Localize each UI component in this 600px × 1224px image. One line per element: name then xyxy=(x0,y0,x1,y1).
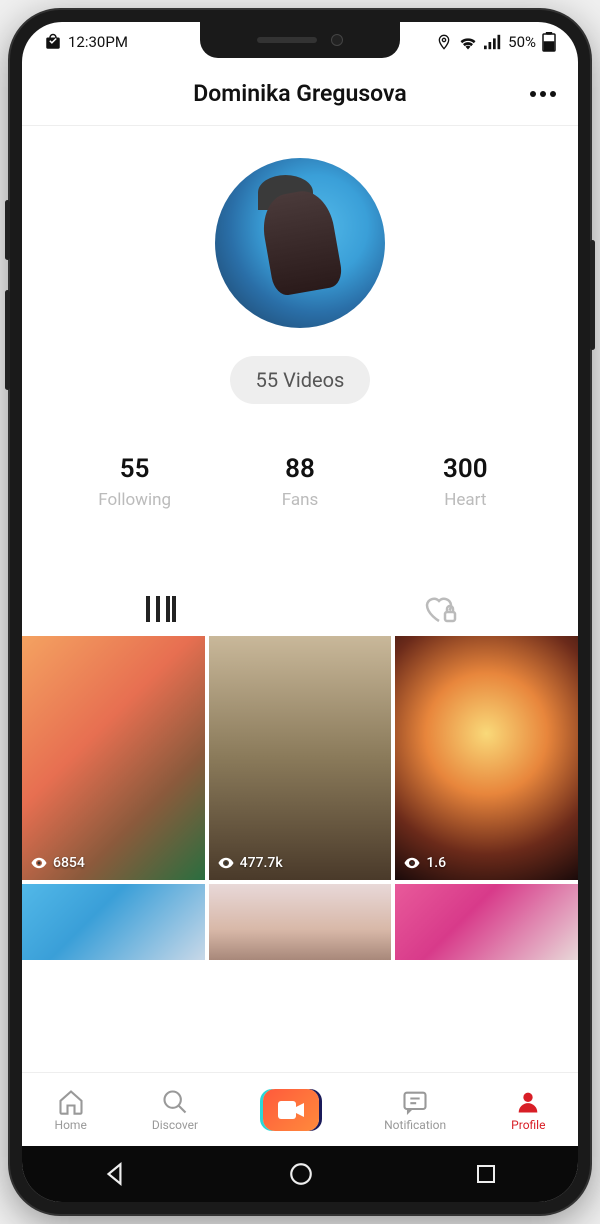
view-count: 6854 xyxy=(53,855,85,871)
wifi-icon xyxy=(458,34,478,50)
tab-grid[interactable] xyxy=(22,581,300,636)
video-grid: 6854 477.7k 1.6 xyxy=(22,636,578,960)
location-icon xyxy=(436,34,452,50)
page-title: Dominika Gregusova xyxy=(193,80,406,107)
phone-frame: 12:30PM 50% Dominika Gregusova 55 Videos xyxy=(10,10,590,1214)
front-camera xyxy=(331,34,343,46)
more-options-button[interactable] xyxy=(530,91,556,97)
stat-following[interactable]: 55 Following xyxy=(52,454,217,510)
home-icon xyxy=(57,1088,85,1116)
home-key-icon[interactable] xyxy=(288,1161,314,1187)
message-icon xyxy=(401,1088,429,1116)
thumb-image xyxy=(209,636,392,880)
content-tabs xyxy=(22,580,578,636)
stat-label: Following xyxy=(52,490,217,510)
stat-fans[interactable]: 88 Fans xyxy=(217,454,382,510)
spacer xyxy=(22,520,578,580)
screen: 12:30PM 50% Dominika Gregusova 55 Videos xyxy=(22,22,578,1202)
phone-volume-button xyxy=(5,200,10,260)
android-softkeys xyxy=(22,1146,578,1202)
phone-power-button xyxy=(590,240,595,350)
video-thumbnail[interactable]: 1.6 xyxy=(395,636,578,880)
tab-liked[interactable] xyxy=(300,581,578,636)
video-thumbnail[interactable] xyxy=(395,884,578,960)
stat-label: Heart xyxy=(383,490,548,510)
thumb-image xyxy=(395,636,578,880)
grid-bars-icon xyxy=(144,594,178,624)
record-button[interactable] xyxy=(263,1089,319,1131)
back-key-icon[interactable] xyxy=(102,1161,128,1187)
views-overlay: 477.7k xyxy=(217,854,283,872)
nav-home[interactable]: Home xyxy=(55,1088,87,1132)
profile-section: 55 Videos xyxy=(22,126,578,424)
eye-icon xyxy=(403,854,421,872)
signal-icon xyxy=(484,34,502,50)
stat-label: Fans xyxy=(217,490,382,510)
battery-percent: 50% xyxy=(508,33,536,51)
views-overlay: 6854 xyxy=(30,854,85,872)
stats-row: 55 Following 88 Fans 300 Heart xyxy=(22,424,578,520)
nav-label: Profile xyxy=(511,1118,545,1132)
views-overlay: 1.6 xyxy=(403,854,446,872)
shopping-badge-icon xyxy=(44,33,62,51)
view-count: 477.7k xyxy=(240,855,283,871)
video-count-badge[interactable]: 55 Videos xyxy=(230,356,371,404)
heart-lock-icon xyxy=(421,594,457,624)
eye-icon xyxy=(217,854,235,872)
recent-key-icon[interactable] xyxy=(474,1162,498,1186)
profile-icon xyxy=(514,1088,542,1116)
nav-label: Notification xyxy=(384,1118,446,1132)
profile-header: Dominika Gregusova xyxy=(22,62,578,126)
notch xyxy=(200,22,400,58)
video-thumbnail[interactable] xyxy=(209,884,392,960)
nav-discover[interactable]: Discover xyxy=(152,1088,198,1132)
eye-icon xyxy=(30,854,48,872)
battery-icon xyxy=(542,32,556,52)
nav-notification[interactable]: Notification xyxy=(384,1088,446,1132)
thumb-image xyxy=(209,884,392,960)
speaker-grill xyxy=(257,37,317,43)
nav-profile[interactable]: Profile xyxy=(511,1088,545,1132)
video-thumbnail[interactable] xyxy=(22,884,205,960)
stat-value: 55 xyxy=(52,454,217,484)
stat-value: 88 xyxy=(217,454,382,484)
video-thumbnail[interactable]: 6854 xyxy=(22,636,205,880)
nav-record[interactable] xyxy=(263,1089,319,1131)
stat-heart[interactable]: 300 Heart xyxy=(383,454,548,510)
status-right: 50% xyxy=(436,32,556,52)
bottom-nav: Home Discover Notification Profile xyxy=(22,1072,578,1146)
avatar[interactable] xyxy=(215,158,385,328)
thumb-image xyxy=(395,884,578,960)
video-thumbnail[interactable]: 477.7k xyxy=(209,636,392,880)
video-camera-icon xyxy=(278,1101,304,1119)
nav-label: Home xyxy=(55,1118,87,1132)
status-left: 12:30PM xyxy=(44,33,128,51)
view-count: 1.6 xyxy=(426,855,446,871)
phone-volume-button xyxy=(5,290,10,390)
search-icon xyxy=(161,1088,189,1116)
thumb-image xyxy=(22,636,205,880)
stat-value: 300 xyxy=(383,454,548,484)
status-time: 12:30PM xyxy=(68,33,128,51)
thumb-image xyxy=(22,884,205,960)
nav-label: Discover xyxy=(152,1118,198,1132)
